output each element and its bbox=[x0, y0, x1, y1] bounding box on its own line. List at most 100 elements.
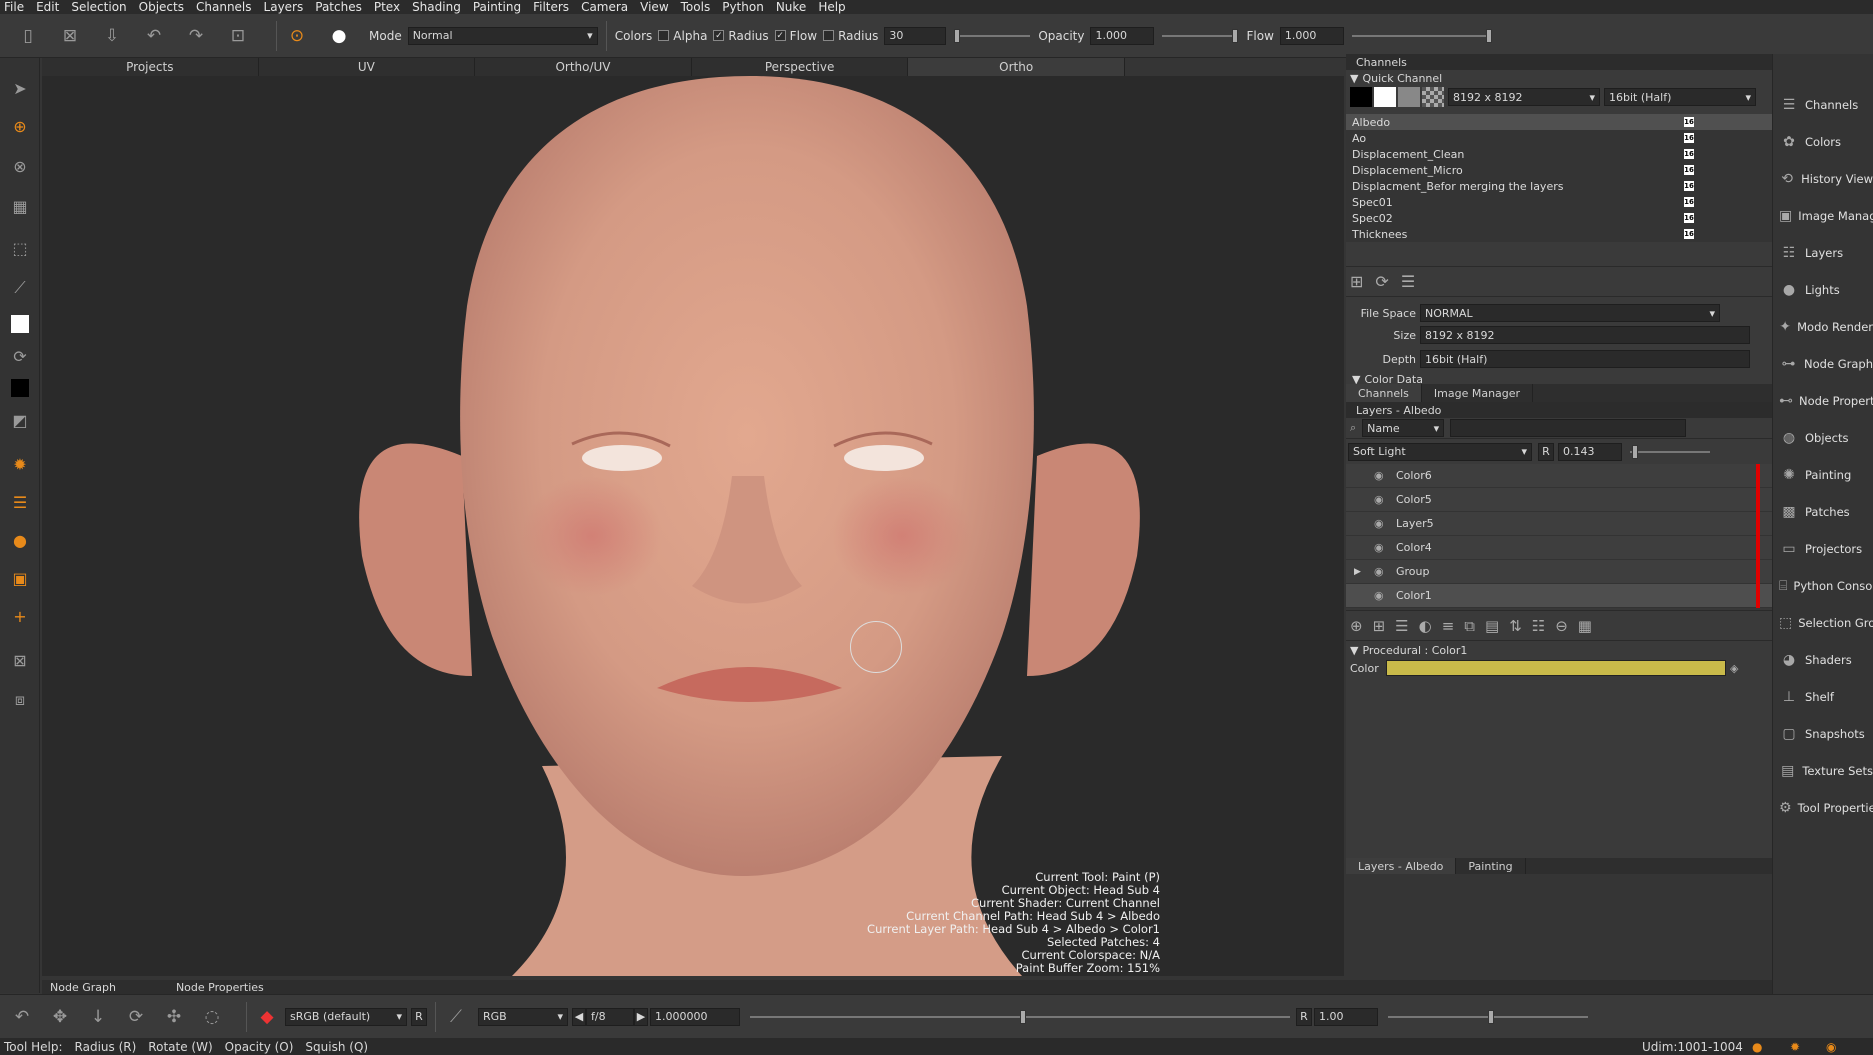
sidebar-item-projectors[interactable]: ▭ Projectors bbox=[1773, 530, 1873, 567]
fit-view-icon[interactable]: ⊠ bbox=[8, 648, 32, 672]
quick-black-swatch[interactable] bbox=[1350, 87, 1372, 107]
channels-mode-select[interactable]: RGB ▾ bbox=[478, 1007, 568, 1026]
eye-icon[interactable]: ◉ bbox=[1374, 493, 1388, 506]
sidebar-item-tool-properties[interactable]: ⚙Tool Properties bbox=[1773, 789, 1873, 826]
channel-item[interactable]: Spec01 16 bbox=[1346, 194, 1772, 210]
gamma-curve-icon[interactable]: ⟋ bbox=[444, 1005, 468, 1029]
status-warning-icon[interactable]: ● bbox=[1752, 1040, 1762, 1054]
layer-filter-select[interactable]: Name ▾ bbox=[1362, 419, 1445, 437]
flow-checkbox[interactable]: ✓ bbox=[774, 30, 786, 41]
sidebar-item-shaders[interactable]: ◕ Shaders bbox=[1773, 641, 1873, 678]
redo-history-icon[interactable]: ↷ bbox=[184, 24, 208, 48]
colorspace-select[interactable]: sRGB (default) ▾ bbox=[285, 1007, 407, 1026]
sidebar-item-python-console[interactable]: ⌸Python Console bbox=[1773, 567, 1873, 604]
gain-input[interactable]: 1.000000 bbox=[650, 1007, 740, 1026]
pan-icon[interactable]: ✣ bbox=[162, 1005, 186, 1029]
quick-checker-swatch[interactable] bbox=[1422, 87, 1444, 107]
layers-stack-icon[interactable]: ☰ bbox=[8, 490, 32, 514]
radius-checkbox[interactable]: ✓ bbox=[713, 30, 725, 41]
quick-gray-swatch[interactable] bbox=[1398, 87, 1420, 107]
undo-icon[interactable]: ↶ bbox=[10, 1005, 34, 1029]
radius-input[interactable]: 30 bbox=[884, 26, 947, 45]
color-picker-icon[interactable]: ◈ bbox=[1730, 662, 1738, 675]
lock-icon[interactable]: ⊡ bbox=[226, 24, 250, 48]
eyedropper-icon[interactable]: ⟋ bbox=[8, 276, 32, 300]
tab-perspective[interactable]: Perspective bbox=[692, 58, 909, 76]
save-file-icon[interactable]: ⇩ bbox=[100, 24, 124, 48]
add-procedural-layer-icon[interactable]: ⊞ bbox=[1373, 617, 1386, 635]
fstop-prev-button[interactable]: ◀ bbox=[572, 1007, 586, 1026]
eraser-icon[interactable]: ⊗ bbox=[8, 154, 32, 178]
new-file-icon[interactable]: ▯ bbox=[16, 24, 40, 48]
channel-item[interactable]: Displacment_Befor merging the layers 16 bbox=[1346, 178, 1772, 194]
sidebar-item-shelf[interactable]: ⊥ Shelf bbox=[1773, 678, 1873, 715]
sphere-icon[interactable]: ● bbox=[8, 528, 32, 552]
sidebar-item-colors[interactable]: ✿ Colors bbox=[1773, 123, 1873, 160]
eye-icon[interactable]: ◉ bbox=[1374, 589, 1388, 602]
channel-item[interactable]: Thicknees 16 bbox=[1346, 226, 1772, 242]
quick-depth-select[interactable]: 16bit (Half) ▾ bbox=[1604, 88, 1756, 106]
sidebar-item-history[interactable]: ⟲ History View bbox=[1773, 160, 1873, 197]
channel-item[interactable]: Ao 16 bbox=[1346, 130, 1772, 146]
opacity-input[interactable]: 1.000 bbox=[1090, 26, 1155, 45]
flow-slider[interactable] bbox=[1351, 28, 1492, 43]
collapse-triangle-icon[interactable]: ▼ bbox=[1350, 72, 1358, 85]
gamma-slider[interactable] bbox=[1388, 1009, 1588, 1024]
radius-slider[interactable] bbox=[954, 28, 1031, 43]
layer-opacity-input[interactable]: 0.143 bbox=[1558, 442, 1622, 461]
add-adjustment-layer-icon[interactable]: ☰ bbox=[1395, 617, 1408, 635]
crosshair-icon[interactable]: + bbox=[8, 604, 32, 628]
menu-view[interactable]: View bbox=[640, 0, 668, 14]
eye-icon[interactable]: ◉ bbox=[1374, 541, 1388, 554]
sidebar-item-layers[interactable]: ☷ Layers bbox=[1773, 234, 1873, 271]
move-icon[interactable]: ✥ bbox=[48, 1005, 72, 1029]
layer-row[interactable]: ▶ ◉ Group bbox=[1346, 560, 1772, 584]
viewport[interactable]: Current Tool: Paint (P) Current Object: … bbox=[42, 76, 1344, 976]
sidebar-item-node-graph[interactable]: ⊶ Node Graph bbox=[1773, 345, 1873, 382]
tab-ortho[interactable]: Ortho bbox=[908, 58, 1125, 76]
collapse-triangle-icon[interactable]: ▼ bbox=[1350, 644, 1358, 657]
mode-select[interactable]: Normal ▾ bbox=[407, 26, 598, 45]
down-arrow-icon[interactable]: ↓ bbox=[86, 1005, 110, 1029]
layer-order-icon[interactable]: ⇅ bbox=[1509, 617, 1522, 635]
gamma-input[interactable]: 1.00 bbox=[1314, 1007, 1378, 1026]
layer-filter-input[interactable] bbox=[1450, 419, 1687, 437]
colorspace-reset-button[interactable]: R bbox=[411, 1007, 427, 1026]
menu-layers[interactable]: Layers bbox=[264, 0, 304, 14]
sidebar-item-snapshots[interactable]: ▢ Snapshots bbox=[1773, 715, 1873, 752]
status-gpu-icon[interactable]: ◉ bbox=[1826, 1040, 1836, 1054]
refresh-channel-icon[interactable]: ⟳ bbox=[1375, 272, 1388, 291]
frame-view-icon[interactable]: ⧈ bbox=[8, 688, 32, 712]
opacity-slider[interactable] bbox=[1162, 28, 1239, 43]
layer-row[interactable]: ◉ Color4 bbox=[1346, 536, 1772, 560]
lasso-icon[interactable]: ◌ bbox=[200, 1005, 224, 1029]
flow-input[interactable]: 1.000 bbox=[1279, 26, 1344, 45]
file-space-select[interactable]: NORMAL ▾ bbox=[1420, 304, 1720, 322]
tab-channels[interactable]: Channels bbox=[1346, 384, 1422, 402]
stamp-icon[interactable]: ✹ bbox=[8, 452, 32, 476]
reset-blend-button[interactable]: R bbox=[1538, 442, 1554, 461]
menu-channels[interactable]: Channels bbox=[196, 0, 252, 14]
paint-tool-icon[interactable]: ⊙ bbox=[285, 24, 309, 48]
brush-preview-icon[interactable]: ● bbox=[327, 24, 351, 48]
sidebar-item-patches[interactable]: ▩ Patches bbox=[1773, 493, 1873, 530]
tab-ortho-uv[interactable]: Ortho/UV bbox=[475, 58, 692, 76]
menu-camera[interactable]: Camera bbox=[581, 0, 628, 14]
tab-node-properties[interactable]: Node Properties bbox=[176, 981, 264, 994]
menu-filters[interactable]: Filters bbox=[533, 0, 569, 14]
eye-icon[interactable]: ◉ bbox=[1374, 469, 1388, 482]
menu-tools[interactable]: Tools bbox=[681, 0, 711, 14]
procedural-color-swatch[interactable] bbox=[1386, 660, 1726, 676]
tab-layers-albedo[interactable]: Layers - Albedo bbox=[1346, 858, 1457, 874]
grid-icon[interactable]: ▦ bbox=[8, 194, 32, 218]
delete-layer-icon[interactable]: ⊖ bbox=[1555, 617, 1568, 635]
background-color-icon[interactable] bbox=[8, 376, 32, 400]
tab-painting[interactable]: Painting bbox=[1456, 858, 1526, 874]
menu-edit[interactable]: Edit bbox=[36, 0, 59, 14]
blend-mode-select[interactable]: Soft Light ▾ bbox=[1348, 442, 1532, 461]
tab-node-graph[interactable]: Node Graph bbox=[50, 981, 116, 994]
layer-row[interactable]: ◉ Color6 bbox=[1346, 464, 1772, 488]
quick-white-swatch[interactable] bbox=[1374, 87, 1396, 107]
layer-grid-icon[interactable]: ▦ bbox=[1578, 617, 1592, 635]
alpha-checkbox[interactable] bbox=[658, 30, 670, 41]
